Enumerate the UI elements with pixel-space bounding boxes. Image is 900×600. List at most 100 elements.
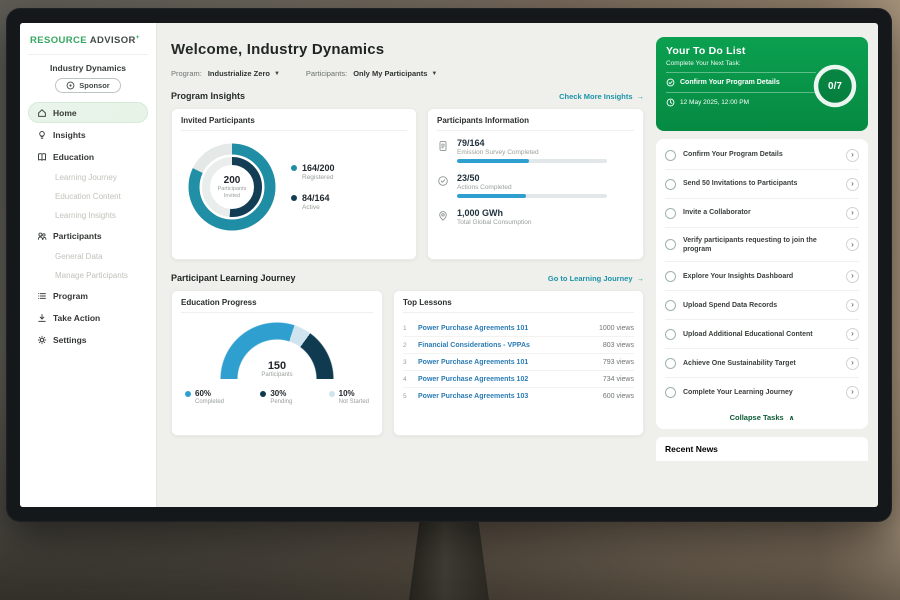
sidebar-item-settings[interactable]: Settings [28,329,148,350]
lesson-row[interactable]: 1 Power Purchase Agreements 101 1000 vie… [403,320,634,337]
lesson-row[interactable]: 5 Power Purchase Agreements 103 600 view… [403,388,634,404]
consumption-pin-icon [437,209,449,221]
info-row-consumption: 1,000 GWh Total Global Consumption [437,208,634,226]
task-checkbox[interactable] [665,208,676,219]
donut-center-label: 200 Participants Invited [183,138,281,236]
sidebar-item-label: Home [53,108,77,118]
lesson-link[interactable]: Power Purchase Agreements 103 [418,393,596,400]
task-row[interactable]: Upload Additional Educational Content › [665,320,859,349]
sidebar-item-take-action[interactable]: Take Action [28,307,148,328]
sidebar-item-insights[interactable]: Insights [28,124,148,145]
sidebar-item-label: Program [53,291,88,301]
card-title: Participants Information [437,116,634,131]
go-to-learning-journey-link[interactable]: Go to Learning Journey → [548,274,644,283]
sidebar-item-learning-journey[interactable]: Learning Journey [28,168,148,186]
lesson-row[interactable]: 3 Power Purchase Agreements 101 793 view… [403,354,634,371]
invited-donut-chart: 200 Participants Invited [183,138,281,236]
task-row[interactable]: Invite a Collaborator › [665,199,859,228]
chevron-right-icon[interactable]: › [846,386,859,399]
sidebar-item-label: Education [53,152,94,162]
task-checkbox[interactable] [665,271,676,282]
sidebar-item-education[interactable]: Education [28,146,148,167]
participants-filter-label: Participants: [306,69,347,78]
lesson-link[interactable]: Financial Considerations - VPPAs [418,342,596,349]
sidebar-item-participants[interactable]: Participants [28,225,148,246]
section-title: Participant Learning Journey [171,273,296,283]
lesson-link[interactable]: Power Purchase Agreements 102 [418,376,596,383]
legend-dot [260,391,266,397]
home-icon [37,108,47,118]
todo-progress-ring: 0/7 [812,63,858,109]
lesson-link[interactable]: Power Purchase Agreements 101 [418,325,592,332]
recent-news-header[interactable]: Recent News [656,437,868,461]
check-more-insights-link[interactable]: Check More Insights → [559,92,644,101]
chevron-right-icon[interactable]: › [846,328,859,341]
legend-dot [291,195,297,201]
task-checkbox[interactable] [665,179,676,190]
logo-text-primary: RESOURCE [30,35,87,46]
chevron-right-icon[interactable]: › [846,178,859,191]
sponsor-icon [66,81,75,90]
card-title: Education Progress [181,298,373,313]
gauge-center-label: 150 Participants [218,360,336,379]
program-select[interactable]: Industrialize Zero ▼ [208,69,280,78]
page-title: Welcome, Industry Dynamics [171,41,644,58]
actions-icon [437,174,449,186]
task-row[interactable]: Confirm Your Program Details › [665,141,859,170]
section-title: Program Insights [171,91,245,101]
chevron-right-icon[interactable]: › [846,299,859,312]
education-gauge-chart: 150 Participants [218,320,336,379]
collapse-tasks-button[interactable]: Collapse Tasks ∧ [730,413,795,422]
todo-next-task[interactable]: Confirm Your Program Details [666,72,816,93]
sidebar-item-home[interactable]: Home [28,102,148,123]
survey-progress-bar [457,159,607,163]
sidebar-item-education-content[interactable]: Education Content [28,187,148,205]
chevron-right-icon[interactable]: › [846,149,859,162]
lesson-row[interactable]: 2 Financial Considerations - VPPAs 803 v… [403,337,634,354]
lesson-link[interactable]: Power Purchase Agreements 101 [418,359,596,366]
logo-text-secondary: ADVISOR [90,35,136,46]
task-checkbox[interactable] [665,387,676,398]
legend-item-completed: 60% Completed [185,389,224,405]
settings-gear-icon [37,335,47,345]
task-checkbox[interactable] [665,150,676,161]
sidebar-item-manage-participants[interactable]: Manage Participants [28,266,148,284]
filters-bar: Program: Industrialize Zero ▼ Participan… [171,69,644,78]
chevron-right-icon[interactable]: › [846,357,859,370]
chevron-right-icon[interactable]: › [846,238,859,251]
task-checkbox[interactable] [665,239,676,250]
sidebar-item-general-data[interactable]: General Data [28,247,148,265]
task-row[interactable]: Complete Your Learning Journey › [665,378,859,406]
legend-item-active: 84/164 Active [291,193,335,211]
lesson-row[interactable]: 4 Power Purchase Agreements 102 734 view… [403,371,634,388]
sidebar-item-label: Education Content [55,192,121,201]
task-checkbox[interactable] [665,358,676,369]
desk-shadow [0,530,900,600]
legend-item-pending: 30% Pending [260,389,292,405]
sidebar-item-label: Take Action [53,313,100,323]
chevron-right-icon[interactable]: › [846,270,859,283]
chevron-right-icon[interactable]: › [846,207,859,220]
sidebar-item-label: Manage Participants [55,271,128,280]
participants-select-value: Only My Participants [353,69,427,78]
task-checkbox[interactable] [665,329,676,340]
education-progress-card: Education Progress 150 Participants [171,290,383,436]
program-insights-header: Program Insights Check More Insights → [171,91,644,101]
task-row[interactable]: Verify participants requesting to join t… [665,228,859,262]
take-action-icon [37,313,47,323]
sidebar-item-learning-insights[interactable]: Learning Insights [28,206,148,224]
participants-select[interactable]: Only My Participants ▼ [353,69,437,78]
sidebar-item-program[interactable]: Program [28,285,148,306]
survey-icon [437,139,449,151]
task-checkbox[interactable] [665,300,676,311]
sidebar-item-label: Learning Journey [55,173,117,182]
task-row[interactable]: Send 50 Invitations to Participants › [665,170,859,199]
logo-plus: + [136,35,140,41]
sponsor-label: Sponsor [79,81,109,90]
task-row[interactable]: Explore Your Insights Dashboard › [665,262,859,291]
screen: RESOURCE ADVISOR+ Industry Dynamics Spon… [20,23,878,507]
task-row[interactable]: Upload Spend Data Records › [665,291,859,320]
sponsor-badge[interactable]: Sponsor [55,78,120,93]
sidebar-item-label: Learning Insights [55,211,116,220]
task-row[interactable]: Achieve One Sustainability Target › [665,349,859,378]
